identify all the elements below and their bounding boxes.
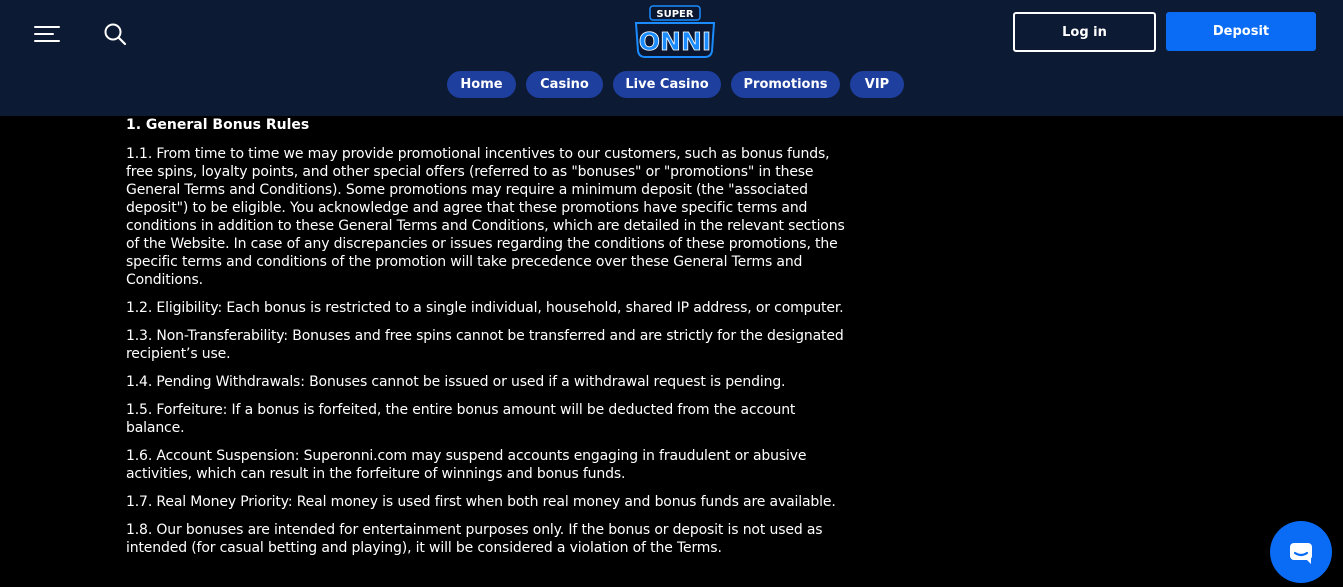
- terms-paragraph: 1.6. Account Suspension: Superonni.com m…: [126, 448, 807, 482]
- terms-paragraph: 1.3. Non-Transferability: Bonuses and fr…: [126, 328, 844, 362]
- hamburger-menu-icon[interactable]: [34, 24, 60, 44]
- nav-item-label: Live Casino: [625, 77, 709, 92]
- nav-item-casino[interactable]: Casino: [526, 71, 603, 98]
- logo-text-top: SUPER: [656, 9, 693, 20]
- terms-paragraph: 1.4. Pending Withdrawals: Bonuses cannot…: [126, 374, 786, 390]
- terms-paragraph: 1.7. Real Money Priority: Real money is …: [126, 494, 836, 510]
- login-button[interactable]: Log in: [1013, 12, 1156, 52]
- terms-paragraph: 1.8. Our bonuses are intended for entert…: [126, 522, 823, 556]
- nav-item-vip[interactable]: VIP: [850, 71, 904, 98]
- nav-item-live-casino[interactable]: Live Casino: [613, 71, 721, 98]
- chat-bubble-icon: [1290, 543, 1312, 564]
- terms-content: 1. General Bonus Rules 1.1. From time to…: [126, 116, 846, 567]
- site-header: SUPER ONNI Log in Deposit Home Casino Li…: [0, 0, 1343, 116]
- main-nav: Home Casino Live Casino Promotions VIP: [0, 71, 1343, 98]
- site-logo[interactable]: SUPER ONNI: [634, 5, 716, 61]
- terms-paragraph: 1.5. Forfeiture: If a bonus is forfeited…: [126, 402, 796, 436]
- search-icon[interactable]: [103, 22, 127, 46]
- nav-item-promotions[interactable]: Promotions: [731, 71, 840, 98]
- logo-text-main: ONNI: [639, 27, 711, 56]
- nav-item-home[interactable]: Home: [447, 71, 516, 98]
- deposit-label: Deposit: [1212, 24, 1270, 39]
- nav-item-label: Promotions: [743, 77, 828, 92]
- login-label: Log in: [1062, 24, 1107, 40]
- terms-paragraph: 1.2. Eligibility: Each bonus is restrict…: [126, 300, 844, 316]
- nav-item-label: Home: [460, 77, 503, 92]
- deposit-button[interactable]: Deposit: [1166, 12, 1316, 51]
- terms-paragraph: 1.1. From time to time we may provide pr…: [126, 146, 845, 288]
- chat-button[interactable]: [1270, 521, 1332, 583]
- section-heading: 1. General Bonus Rules: [126, 117, 310, 133]
- nav-item-label: Casino: [540, 77, 589, 92]
- nav-item-label: VIP: [864, 77, 890, 92]
